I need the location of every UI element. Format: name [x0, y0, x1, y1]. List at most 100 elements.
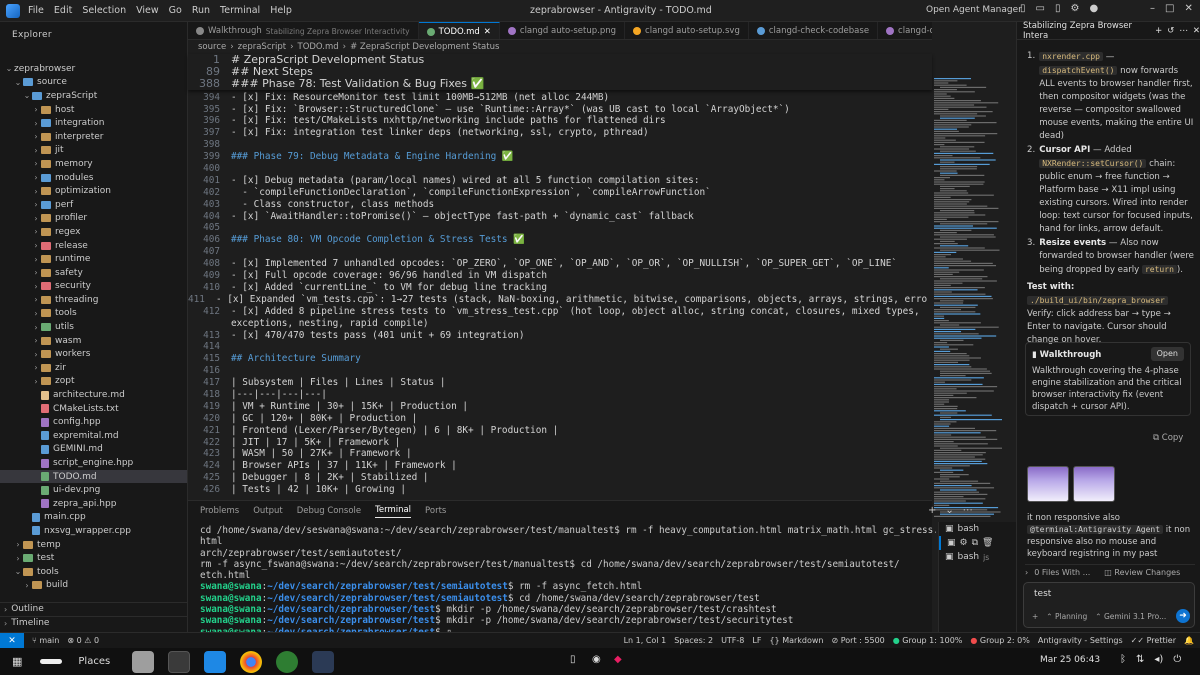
code-line[interactable]: 397 - [x] Fix: integration test linker de… — [188, 127, 928, 139]
open-walkthrough-button[interactable]: Open — [1150, 347, 1184, 361]
folder-row[interactable]: ⌄ source — [0, 76, 187, 90]
volume-icon[interactable]: ◂) — [1154, 654, 1163, 665]
language-mode[interactable]: {} Markdown — [769, 636, 823, 645]
code-line[interactable]: 425 | Debugger | 8 | 2K+ | Stabilized | — [188, 472, 928, 484]
walkthrough-card[interactable]: ▮ Walkthrough Open Walkthrough covering … — [1025, 342, 1191, 416]
code-line[interactable]: 416 — [188, 365, 928, 377]
mongodb-app-icon[interactable] — [276, 650, 299, 673]
code-line[interactable]: 413 - [x] 470/470 tests pass (401 unit + … — [188, 330, 928, 342]
code-line[interactable]: 415 ## Architecture Summary — [188, 353, 928, 365]
panel-tab-debug-console[interactable]: Debug Console — [297, 506, 361, 516]
file-row[interactable]: config.hpp — [0, 415, 187, 429]
menu-item-go[interactable]: Go — [169, 5, 182, 16]
toggle-sidebar-icon[interactable]: ▯ — [1020, 3, 1026, 14]
branch-indicator[interactable]: ⑂ main — [32, 636, 59, 645]
terminal-output[interactable]: cd /home/swana/dev/seswana@swana:~/dev/s… — [188, 525, 936, 633]
terminal-instance[interactable]: ▣ bash js — [939, 550, 1018, 564]
file-row[interactable]: CMakeLists.txt — [0, 402, 187, 416]
code-line[interactable]: 409 - [x] Full opcode coverage: 96/96 han… — [188, 270, 928, 282]
code-line[interactable]: 399 ### Phase 79: Debug Metadata & Engine… — [188, 151, 928, 163]
code-line[interactable]: 419 | VM + Runtime | 30+ | 15K+ | Product… — [188, 401, 928, 413]
bluetooth-icon[interactable]: ᛒ — [1120, 654, 1126, 665]
code-line[interactable]: exceptions, nesting, rapid compile) — [188, 318, 928, 330]
folder-row[interactable]: › profiler — [0, 212, 187, 226]
folder-row[interactable]: ⌄ tools — [0, 565, 187, 579]
clock[interactable]: Mar 25 06:43 — [1040, 655, 1100, 665]
avatar[interactable]: ● — [1089, 3, 1098, 14]
code-line[interactable]: 417 | Subsystem | Files | Lines | Status … — [188, 377, 928, 389]
sticky-line[interactable]: 388 ### Phase 78: Test Validation & Bug F… — [188, 77, 932, 90]
power-icon[interactable]: ⏻ — [1173, 654, 1181, 665]
prettier-indicator[interactable]: ✓✓ Prettier — [1131, 636, 1176, 645]
file-row[interactable]: GEMINI.md — [0, 443, 187, 457]
close-icon[interactable]: ✕ — [1184, 3, 1192, 14]
maximize-icon[interactable]: □ — [1165, 3, 1174, 14]
panel-tab-problems[interactable]: Problems — [200, 506, 239, 516]
code-line[interactable]: 401 - [x] Debug metadata (param/local nam… — [188, 175, 928, 187]
phone-icon[interactable]: ▯ — [570, 654, 576, 665]
file-row[interactable]: TODO.md — [0, 469, 187, 484]
code-line[interactable]: 411 - [x] Expanded `vm_tests.cpp`: 1→27 t… — [188, 294, 928, 306]
terminal-instance[interactable]: ▣ ⚙ ⧉ 🗑 — [939, 536, 1018, 550]
files-changed-bar[interactable]: › 0 Files With ... ◫ Review Changes — [1025, 564, 1195, 580]
folder-row[interactable]: › workers — [0, 347, 187, 361]
folder-row[interactable]: › zir — [0, 361, 187, 375]
problems-indicator[interactable]: ⊗ 0 ⚠ 0 — [67, 636, 99, 645]
mode-select[interactable]: ⌃ Planning — [1046, 612, 1087, 621]
folder-row[interactable]: › release — [0, 239, 187, 253]
live-server-port[interactable]: ⊘ Port : 5500 — [832, 636, 885, 645]
file-row[interactable]: nxsvg_wrapper.cpp — [0, 524, 187, 538]
file-row[interactable]: main.cpp — [0, 511, 187, 525]
history-icon[interactable]: ↺ — [1167, 26, 1174, 36]
terminal-instance[interactable]: ▣ bash — [939, 522, 1018, 536]
folder-row[interactable]: › safety — [0, 266, 187, 280]
more-icon[interactable]: ⋯ — [963, 505, 973, 516]
code-line[interactable]: 422 | JIT | 17 | 5K+ | Framework | — [188, 437, 928, 449]
breadcrumb-item[interactable]: source — [198, 42, 226, 52]
code-line[interactable]: 406 ### Phase 80: VM Opcode Completion & … — [188, 234, 928, 246]
file-row[interactable]: zepra_api.hpp — [0, 497, 187, 511]
chrome-app-icon[interactable] — [240, 650, 263, 673]
code-line[interactable]: 395 - [x] Fix: `Browser::StructuredClone`… — [188, 104, 928, 116]
add-context-icon[interactable]: + — [1032, 612, 1038, 621]
editor-tab[interactable]: TODO.md ✕ — [418, 22, 500, 39]
folder-row[interactable]: ⌄ zeprabrowser — [0, 62, 187, 76]
code-line[interactable]: 394 - [x] Fix: ResourceMonitor test limit… — [188, 92, 928, 104]
code-line[interactable]: 402 - `compileFunctionDeclaration`, `com… — [188, 187, 928, 199]
folder-row[interactable]: › host — [0, 103, 187, 117]
send-button[interactable]: ➜ — [1176, 609, 1190, 623]
editor-tab[interactable]: Walkthrough Stabilizing Zepra Browser Int… — [188, 22, 419, 39]
more-icon[interactable]: ⋯ — [1179, 26, 1188, 36]
close-tab-icon[interactable]: ✕ — [484, 27, 491, 37]
minimize-icon[interactable]: – — [1150, 3, 1155, 14]
remote-icon[interactable]: ✕ — [0, 632, 24, 649]
toggle-secondary-sidebar-icon[interactable]: ▯ — [1055, 3, 1061, 14]
folder-row[interactable]: › wasm — [0, 334, 187, 348]
minimap[interactable] — [932, 76, 1002, 521]
places-menu[interactable]: Places — [78, 656, 110, 667]
settings-icon[interactable]: ⚙ — [1070, 3, 1079, 14]
code-line[interactable]: 408 - [x] Implemented 7 unhandled opcodes… — [188, 258, 928, 270]
editor-tab[interactable]: clangd-config.yaml — [878, 22, 932, 39]
folder-row[interactable]: › interpreter — [0, 130, 187, 144]
folder-row[interactable]: › memory — [0, 157, 187, 171]
menu-item-view[interactable]: View — [136, 5, 159, 16]
vscode-app-icon[interactable] — [204, 650, 227, 673]
line-ending[interactable]: LF — [752, 636, 761, 645]
folder-row[interactable]: ⌄ zepraScript — [0, 89, 187, 103]
folder-row[interactable]: › optimization — [0, 184, 187, 198]
panel-tab-ports[interactable]: Ports — [425, 506, 446, 516]
group2-indicator[interactable]: ● Group 2: 0% — [970, 636, 1029, 645]
code-line[interactable]: 398 — [188, 139, 928, 151]
chat-input[interactable]: test + ⌃ Planning ⌃ Gemini 3.1 Pro... ➜ — [1023, 582, 1195, 628]
menu-item-file[interactable]: File — [28, 5, 44, 16]
menu-item-edit[interactable]: Edit — [54, 5, 72, 16]
dropdown-icon[interactable]: ⌄ — [945, 505, 953, 516]
folder-row[interactable]: › runtime — [0, 252, 187, 266]
folder-row[interactable]: › tools — [0, 307, 187, 321]
folder-row[interactable]: › threading — [0, 293, 187, 307]
breadcrumb-item[interactable]: zepraScript — [238, 42, 286, 52]
record-icon[interactable]: ◉ — [592, 654, 601, 665]
outline-section[interactable]: › Outline — [0, 602, 188, 615]
menu-item-help[interactable]: Help — [270, 5, 292, 16]
